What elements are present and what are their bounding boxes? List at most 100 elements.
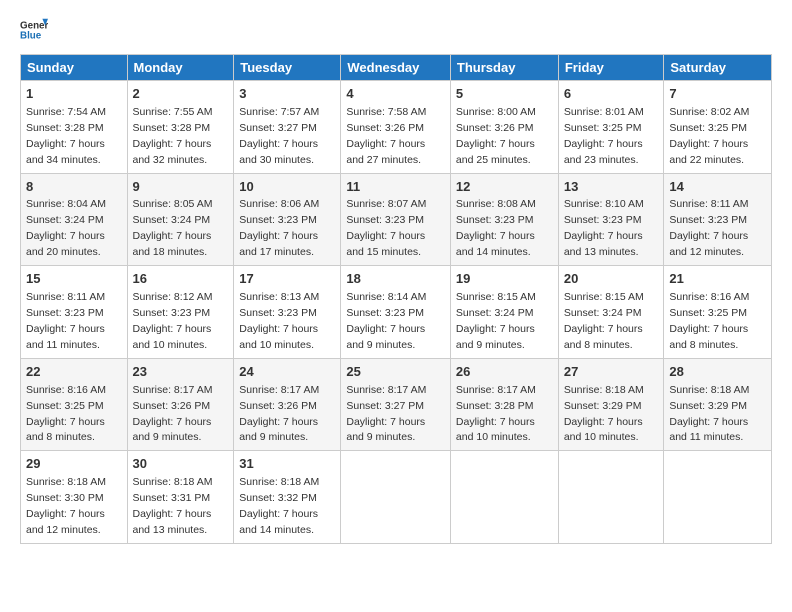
calendar-cell	[341, 451, 451, 544]
svg-text:Blue: Blue	[20, 30, 42, 41]
day-number: 16	[133, 270, 229, 289]
day-number: 11	[346, 178, 445, 197]
cell-info: Sunrise: 8:11 AMSunset: 3:23 PMDaylight:…	[26, 291, 105, 351]
cell-info: Sunrise: 8:17 AMSunset: 3:26 PMDaylight:…	[239, 384, 319, 444]
cell-info: Sunrise: 8:18 AMSunset: 3:31 PMDaylight:…	[133, 476, 213, 536]
calendar-cell: 11Sunrise: 8:07 AMSunset: 3:23 PMDayligh…	[341, 173, 451, 266]
cell-info: Sunrise: 8:16 AMSunset: 3:25 PMDaylight:…	[26, 384, 106, 444]
cell-info: Sunrise: 8:00 AMSunset: 3:26 PMDaylight:…	[456, 106, 536, 166]
weekday-header: Sunday	[21, 55, 128, 81]
day-number: 8	[26, 178, 122, 197]
day-number: 10	[239, 178, 335, 197]
cell-info: Sunrise: 8:01 AMSunset: 3:25 PMDaylight:…	[564, 106, 644, 166]
cell-info: Sunrise: 8:08 AMSunset: 3:23 PMDaylight:…	[456, 198, 536, 258]
calendar-cell: 25 Sunrise: 8:17 AMSunset: 3:27 PMDayligh…	[341, 358, 451, 451]
cell-info: Sunrise: 8:12 AMSunset: 3:23 PMDaylight:…	[133, 291, 213, 351]
cell-info: Sunrise: 8:15 AMSunset: 3:24 PMDaylight:…	[564, 291, 644, 351]
cell-info: Sunrise: 8:17 AMSunset: 3:28 PMDaylight:…	[456, 384, 536, 444]
day-number: 27	[564, 363, 659, 382]
day-number: 23	[133, 363, 229, 382]
weekday-header: Thursday	[450, 55, 558, 81]
calendar-cell: 29 Sunrise: 8:18 AMSunset: 3:30 PMDayligh…	[21, 451, 128, 544]
day-number: 20	[564, 270, 659, 289]
weekday-header: Saturday	[664, 55, 772, 81]
day-number: 6	[564, 85, 659, 104]
day-number: 9	[133, 178, 229, 197]
calendar-cell: 13Sunrise: 8:10 AMSunset: 3:23 PMDayligh…	[558, 173, 664, 266]
weekday-header: Monday	[127, 55, 234, 81]
calendar-cell: 24 Sunrise: 8:17 AMSunset: 3:26 PMDayligh…	[234, 358, 341, 451]
calendar-cell: 10Sunrise: 8:06 AMSunset: 3:23 PMDayligh…	[234, 173, 341, 266]
day-number: 4	[346, 85, 445, 104]
calendar-cell: 2Sunrise: 7:55 AMSunset: 3:28 PMDaylight…	[127, 81, 234, 174]
cell-info: Sunrise: 8:18 AMSunset: 3:29 PMDaylight:…	[669, 384, 749, 444]
day-number: 14	[669, 178, 766, 197]
cell-info: Sunrise: 8:05 AMSunset: 3:24 PMDaylight:…	[133, 198, 213, 258]
day-number: 13	[564, 178, 659, 197]
day-number: 1	[26, 85, 122, 104]
cell-info: Sunrise: 8:10 AMSunset: 3:23 PMDaylight:…	[564, 198, 644, 258]
cell-info: Sunrise: 8:18 AMSunset: 3:32 PMDaylight:…	[239, 476, 319, 536]
day-number: 2	[133, 85, 229, 104]
calendar-cell: 5 Sunrise: 8:00 AMSunset: 3:26 PMDaylight…	[450, 81, 558, 174]
cell-info: Sunrise: 7:54 AMSunset: 3:28 PMDaylight:…	[26, 106, 106, 166]
calendar-cell: 8Sunrise: 8:04 AMSunset: 3:24 PMDaylight…	[21, 173, 128, 266]
day-number: 19	[456, 270, 553, 289]
calendar-cell: 27 Sunrise: 8:18 AMSunset: 3:29 PMDayligh…	[558, 358, 664, 451]
calendar-table: SundayMondayTuesdayWednesdayThursdayFrid…	[20, 54, 772, 544]
weekday-header: Tuesday	[234, 55, 341, 81]
calendar-cell: 6 Sunrise: 8:01 AMSunset: 3:25 PMDaylight…	[558, 81, 664, 174]
calendar-cell: 7 Sunrise: 8:02 AMSunset: 3:25 PMDaylight…	[664, 81, 772, 174]
weekday-header: Friday	[558, 55, 664, 81]
calendar-cell: 4 Sunrise: 7:58 AMSunset: 3:26 PMDaylight…	[341, 81, 451, 174]
logo: General Blue	[20, 16, 48, 44]
calendar-cell: 19Sunrise: 8:15 AMSunset: 3:24 PMDayligh…	[450, 266, 558, 359]
cell-info: Sunrise: 8:13 AMSunset: 3:23 PMDaylight:…	[239, 291, 319, 351]
cell-info: Sunrise: 8:14 AMSunset: 3:23 PMDaylight:…	[346, 291, 426, 351]
day-number: 5	[456, 85, 553, 104]
cell-info: Sunrise: 8:17 AMSunset: 3:26 PMDaylight:…	[133, 384, 213, 444]
calendar-cell: 18Sunrise: 8:14 AMSunset: 3:23 PMDayligh…	[341, 266, 451, 359]
cell-info: Sunrise: 7:57 AMSunset: 3:27 PMDaylight:…	[239, 106, 319, 166]
cell-info: Sunrise: 7:58 AMSunset: 3:26 PMDaylight:…	[346, 106, 426, 166]
day-number: 7	[669, 85, 766, 104]
calendar-cell: 26 Sunrise: 8:17 AMSunset: 3:28 PMDayligh…	[450, 358, 558, 451]
day-number: 17	[239, 270, 335, 289]
cell-info: Sunrise: 8:18 AMSunset: 3:30 PMDaylight:…	[26, 476, 106, 536]
day-number: 25	[346, 363, 445, 382]
calendar-cell: 16 Sunrise: 8:12 AMSunset: 3:23 PMDayligh…	[127, 266, 234, 359]
day-number: 22	[26, 363, 122, 382]
calendar-cell: 20 Sunrise: 8:15 AMSunset: 3:24 PMDayligh…	[558, 266, 664, 359]
calendar-cell: 12Sunrise: 8:08 AMSunset: 3:23 PMDayligh…	[450, 173, 558, 266]
weekday-header: Wednesday	[341, 55, 451, 81]
calendar-cell: 28Sunrise: 8:18 AMSunset: 3:29 PMDayligh…	[664, 358, 772, 451]
cell-info: Sunrise: 8:04 AMSunset: 3:24 PMDaylight:…	[26, 198, 106, 258]
day-number: 15	[26, 270, 122, 289]
day-number: 21	[669, 270, 766, 289]
cell-info: Sunrise: 8:18 AMSunset: 3:29 PMDaylight:…	[564, 384, 644, 444]
calendar-cell: 22 Sunrise: 8:16 AMSunset: 3:25 PMDayligh…	[21, 358, 128, 451]
logo-icon: General Blue	[20, 16, 48, 44]
day-number: 30	[133, 455, 229, 474]
calendar-cell: 9Sunrise: 8:05 AMSunset: 3:24 PMDaylight…	[127, 173, 234, 266]
calendar-cell: 1 Sunrise: 7:54 AMSunset: 3:28 PMDaylight…	[21, 81, 128, 174]
cell-info: Sunrise: 8:17 AMSunset: 3:27 PMDaylight:…	[346, 384, 426, 444]
cell-info: Sunrise: 8:11 AMSunset: 3:23 PMDaylight:…	[669, 198, 748, 258]
calendar-cell: 3 Sunrise: 7:57 AMSunset: 3:27 PMDaylight…	[234, 81, 341, 174]
day-number: 12	[456, 178, 553, 197]
calendar-cell: 15 Sunrise: 8:11 AMSunset: 3:23 PMDayligh…	[21, 266, 128, 359]
calendar-cell	[558, 451, 664, 544]
calendar-cell: 21 Sunrise: 8:16 AMSunset: 3:25 PMDayligh…	[664, 266, 772, 359]
calendar-cell: 14Sunrise: 8:11 AMSunset: 3:23 PMDayligh…	[664, 173, 772, 266]
calendar-cell: 31Sunrise: 8:18 AMSunset: 3:32 PMDayligh…	[234, 451, 341, 544]
day-number: 24	[239, 363, 335, 382]
calendar-cell: 30 Sunrise: 8:18 AMSunset: 3:31 PMDayligh…	[127, 451, 234, 544]
cell-info: Sunrise: 8:02 AMSunset: 3:25 PMDaylight:…	[669, 106, 749, 166]
day-number: 3	[239, 85, 335, 104]
day-number: 29	[26, 455, 122, 474]
day-number: 26	[456, 363, 553, 382]
cell-info: Sunrise: 8:07 AMSunset: 3:23 PMDaylight:…	[346, 198, 426, 258]
cell-info: Sunrise: 8:16 AMSunset: 3:25 PMDaylight:…	[669, 291, 749, 351]
cell-info: Sunrise: 8:06 AMSunset: 3:23 PMDaylight:…	[239, 198, 319, 258]
calendar-cell: 23 Sunrise: 8:17 AMSunset: 3:26 PMDayligh…	[127, 358, 234, 451]
